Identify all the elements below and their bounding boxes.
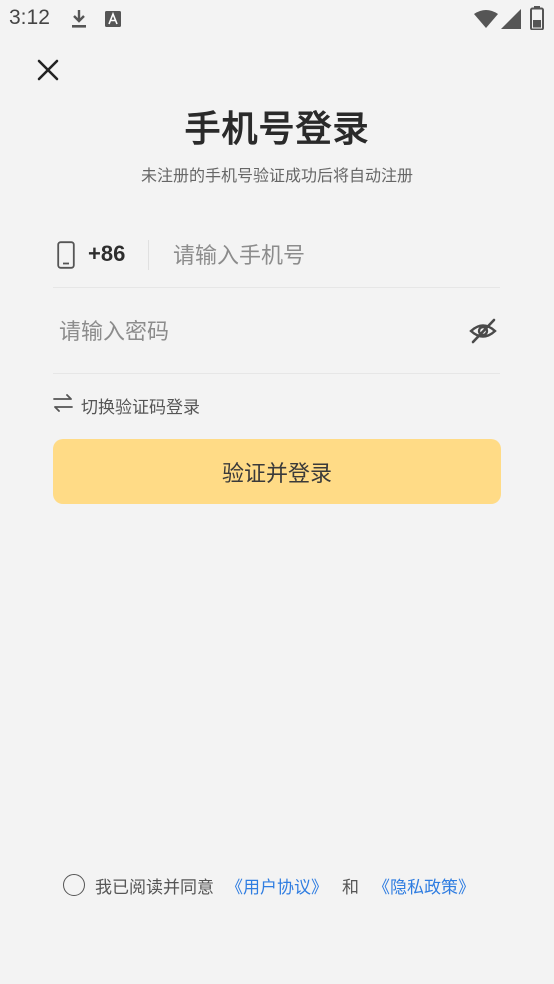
- eye-off-icon: [469, 318, 497, 344]
- agreement-checkbox[interactable]: [63, 874, 85, 896]
- switch-to-code-login[interactable]: 切换验证码登录: [53, 392, 200, 418]
- password-row: [53, 290, 500, 374]
- password-visibility-toggle[interactable]: [468, 316, 498, 346]
- page-title: 手机号登录: [184, 109, 370, 150]
- divider: [148, 240, 149, 270]
- close-icon: [37, 59, 59, 85]
- download-icon: [70, 8, 88, 34]
- agreement-prefix: 我已阅读并同意: [95, 877, 214, 898]
- agreement-and: 和: [342, 877, 359, 898]
- verify-and-login-button[interactable]: 验证并登录: [53, 439, 501, 504]
- page-subtitle: 未注册的手机号验证成功后将自动注册: [140, 166, 413, 185]
- phone-icon: [57, 241, 75, 273]
- close-button[interactable]: [30, 54, 66, 90]
- swap-icon: [53, 394, 73, 416]
- phone-input[interactable]: [173, 236, 493, 276]
- password-input[interactable]: [59, 312, 439, 352]
- country-code[interactable]: +86: [88, 241, 125, 267]
- phone-row: +86: [53, 224, 500, 288]
- signal-icon: [501, 9, 521, 33]
- switch-login-label: 切换验证码登录: [81, 397, 200, 418]
- battery-icon: [530, 6, 544, 34]
- user-agreement-link[interactable]: 《用户协议》: [226, 873, 328, 898]
- privacy-policy-link[interactable]: 《隐私政策》: [373, 873, 475, 898]
- a-badge-icon: [104, 10, 122, 32]
- agreement-row: 我已阅读并同意 《用户协议》 和 《隐私政策》: [63, 872, 475, 898]
- status-bar: 3:12: [0, 0, 554, 38]
- wifi-icon: [474, 10, 498, 32]
- status-time: 3:12: [9, 6, 50, 29]
